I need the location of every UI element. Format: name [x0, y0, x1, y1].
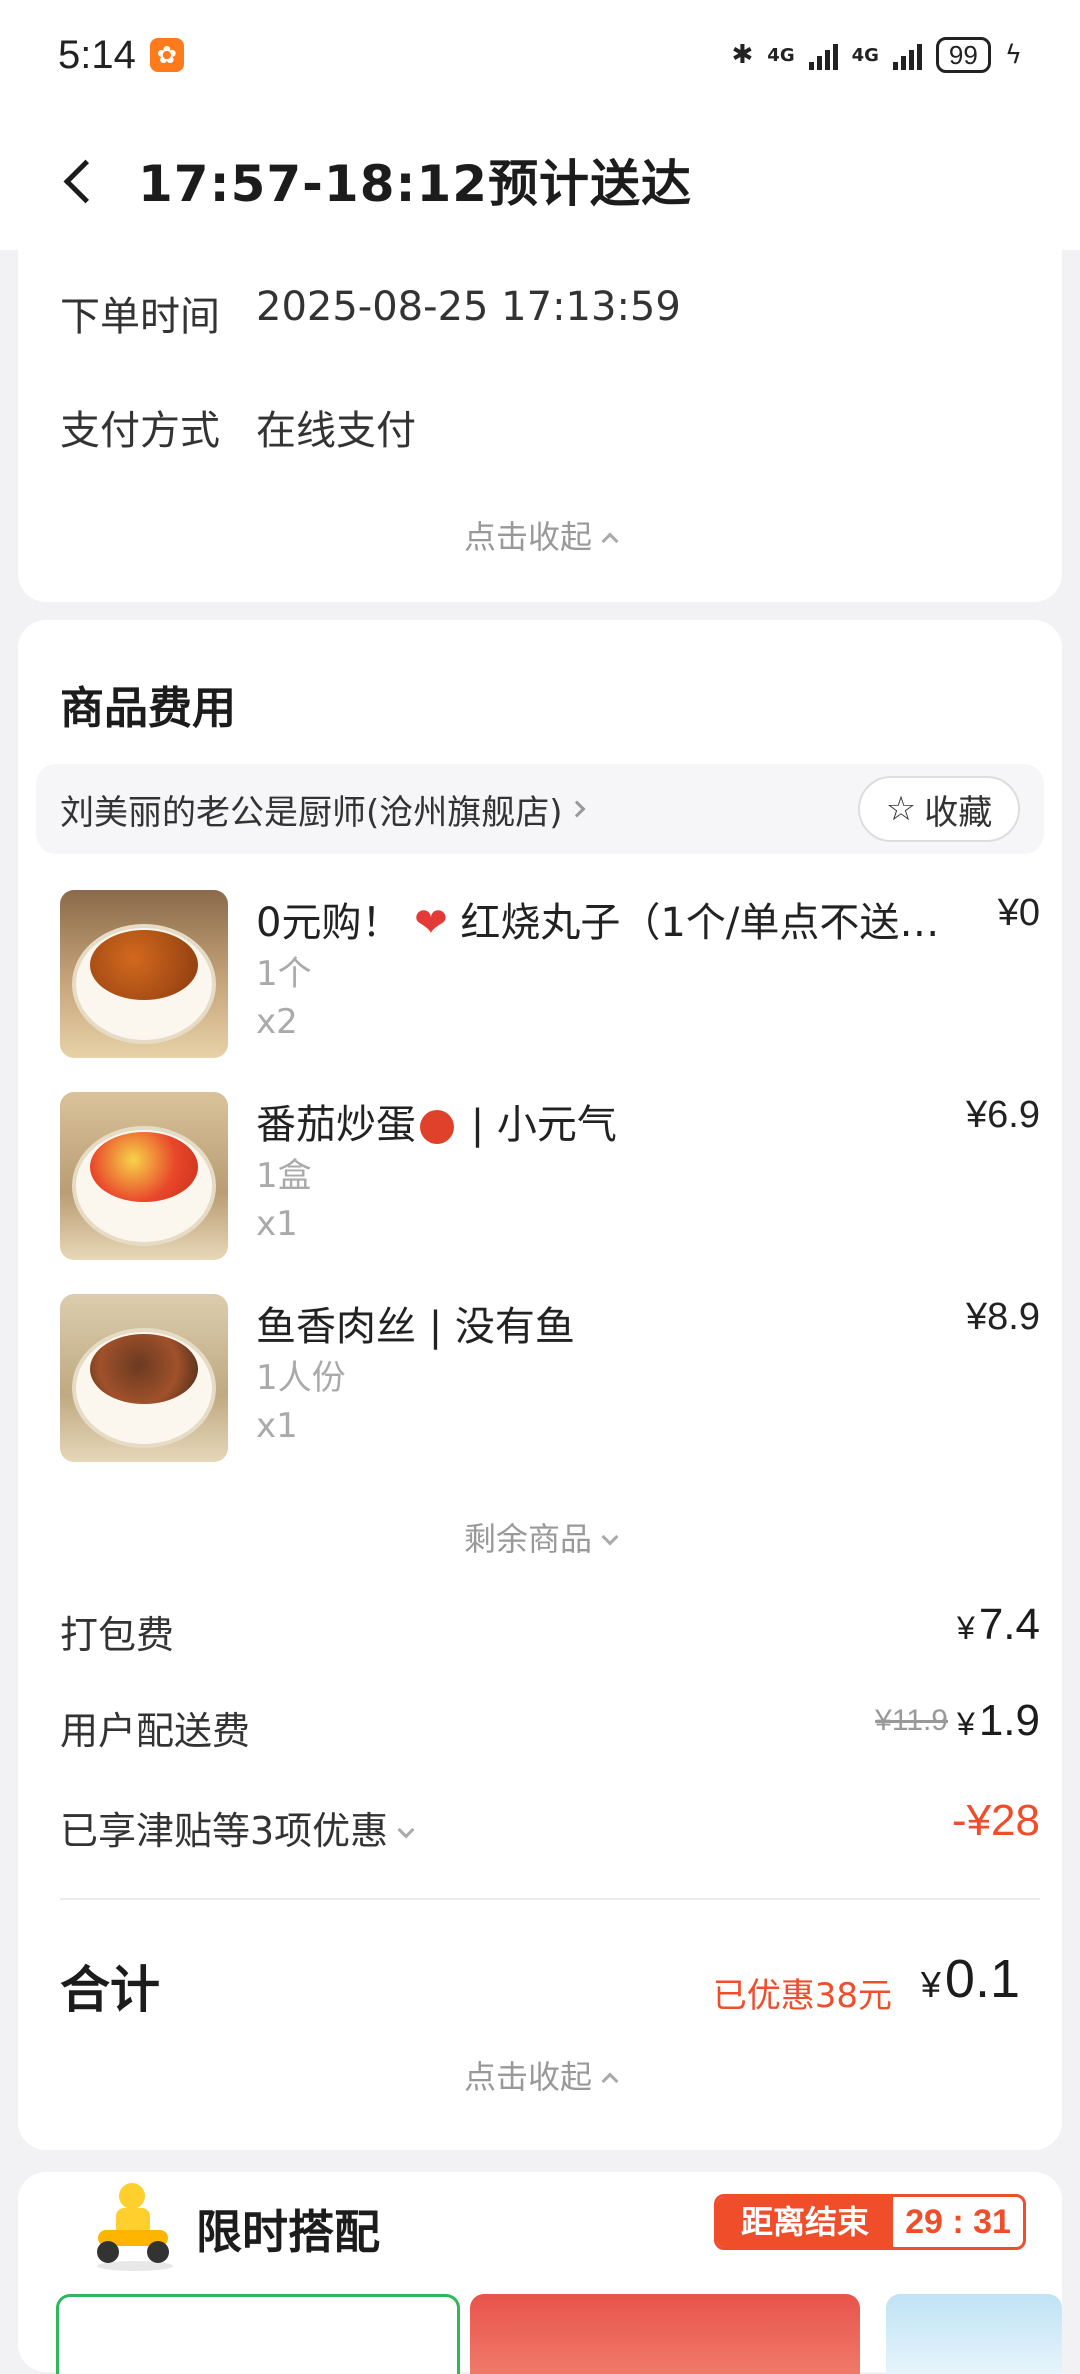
status-bar: 5:14 ✿ ✱ 4G 4G 99 ϟ: [0, 0, 1080, 110]
collapse-label: 点击收起: [463, 518, 592, 556]
packing-fee-amount: ¥7.4: [957, 1600, 1040, 1650]
total-amount: ¥0.1: [921, 1948, 1020, 2010]
favorite-label: 收藏: [924, 792, 993, 833]
heart-icon: ❤: [414, 900, 448, 946]
item-spec: 1盒: [256, 1156, 312, 1196]
item-name-suffix: 红烧丸子（1个/单点不送…: [460, 900, 940, 946]
item-name: 鱼香肉丝 | 没有鱼: [256, 1294, 956, 1352]
charging-icon: ϟ: [1004, 40, 1022, 70]
section-title: 商品费用: [60, 683, 236, 734]
store-row[interactable]: 刘美丽的老公是厨师(沧州旗舰店) ☆ 收藏: [36, 764, 1044, 854]
delivery-rider-icon: [97, 2183, 173, 2271]
item-name-prefix: 0元购！: [256, 900, 402, 946]
order-info-card: 下单时间 2025-08-25 17:13:59 支付方式 在线支付 点击收起: [18, 220, 1062, 602]
countdown-label: 距离结束: [717, 2197, 893, 2247]
collapse-label: 点击收起: [463, 2058, 592, 2096]
battery-indicator: 99: [935, 37, 991, 73]
signal-icon-1: [808, 40, 838, 70]
delivery-fee-amount: ¥1.9: [957, 1696, 1040, 1746]
item-name-suffix: | 小元气: [458, 1102, 617, 1148]
chevron-up-icon: [601, 532, 619, 550]
payment-value: 在线支付: [256, 408, 416, 454]
page-title: 17:57-18:12预计送达: [138, 155, 693, 213]
discount-label: 已享津贴等3项优惠: [60, 1809, 389, 1853]
product-image: [60, 1092, 228, 1260]
tomato-icon: [420, 1110, 454, 1144]
discount-amount: -¥28: [951, 1796, 1040, 1845]
item-name: 0元购！ ❤ 红烧丸子（1个/单点不送…: [256, 890, 956, 948]
item-price: ¥8.9: [966, 1296, 1040, 1338]
chevron-down-icon: [601, 1528, 619, 1546]
promo-product-card[interactable]: [886, 2294, 1062, 2374]
collapse-button[interactable]: 点击收起: [18, 512, 1062, 558]
packing-fee-label: 打包费: [60, 1613, 175, 1657]
countdown-value: 29 : 31: [905, 2203, 1011, 2241]
order-time-row: 下单时间 2025-08-25 17:13:59: [60, 284, 681, 342]
network-label-2: 4G: [851, 44, 879, 66]
promo-title: 限时搭配: [196, 2205, 380, 2259]
more-items-button[interactable]: 剩余商品: [18, 1514, 1062, 1560]
back-arrow-icon[interactable]: [56, 156, 104, 204]
collapse-button[interactable]: 点击收起: [18, 2052, 1062, 2098]
total-value: 0.1: [944, 1949, 1020, 2009]
list-item[interactable]: 鱼香肉丝 | 没有鱼 1人份 x1 ¥8.9: [60, 1294, 1040, 1464]
countdown-badge: 距离结束 29 : 31: [714, 2194, 1026, 2250]
bluetooth-icon: ✱: [731, 40, 754, 70]
goods-card: 商品费用 刘美丽的老公是厨师(沧州旗舰店) ☆ 收藏 0元购！ ❤ 红烧丸子（1…: [18, 620, 1062, 2150]
product-image: [60, 890, 228, 1058]
list-item[interactable]: 番茄炒蛋 | 小元气 1盒 x1 ¥6.9: [60, 1092, 1040, 1262]
promo-card: 限时搭配 距离结束 29 : 31: [18, 2172, 1062, 2374]
chevron-right-icon: [568, 800, 586, 818]
food-shape: [90, 1132, 198, 1202]
divider: [60, 1898, 1040, 1900]
item-name-prefix: 番茄炒蛋: [256, 1102, 416, 1148]
order-time-value: 2025-08-25 17:13:59: [256, 284, 681, 330]
page-header: 17:57-18:12预计送达: [0, 110, 1080, 250]
item-price: ¥6.9: [966, 1094, 1040, 1136]
chevron-up-icon: [601, 2072, 619, 2090]
delivery-fee-value: 1.9: [978, 1696, 1040, 1745]
item-name: 番茄炒蛋 | 小元气: [256, 1092, 956, 1150]
discount-row[interactable]: 已享津贴等3项优惠 -¥28: [60, 1796, 1040, 1855]
network-label-1: 4G: [767, 44, 795, 66]
item-qty: x1: [256, 1204, 298, 1244]
star-icon: ☆: [885, 789, 917, 829]
currency-symbol: ¥: [957, 1706, 975, 1742]
promo-product-card[interactable]: [56, 2294, 460, 2374]
store-name: 刘美丽的老公是厨师(沧州旗舰店): [60, 792, 563, 833]
saved-label: 已优惠38元: [712, 1976, 892, 2016]
food-shape: [90, 1334, 198, 1404]
total-label: 合计: [60, 1961, 160, 2019]
chevron-down-icon: [397, 1821, 415, 1838]
item-name-prefix: 鱼香肉丝 | 没有鱼: [256, 1304, 575, 1350]
food-shape: [90, 930, 198, 1000]
more-items-label: 剩余商品: [463, 1520, 592, 1558]
favorite-button[interactable]: ☆ 收藏: [858, 776, 1020, 842]
packing-fee-row: 打包费 ¥7.4: [60, 1600, 1040, 1659]
item-qty: x1: [256, 1406, 298, 1446]
order-time-label: 下单时间: [60, 294, 220, 340]
delivery-fee-label: 用户配送费: [60, 1709, 251, 1753]
promo-product-card[interactable]: [470, 2294, 860, 2374]
signal-icon-2: [892, 40, 922, 70]
payment-label: 支付方式: [60, 408, 220, 454]
status-icons: ✱ 4G 4G 99 ϟ: [731, 37, 1022, 73]
packing-fee-value: 7.4: [978, 1600, 1040, 1649]
currency-symbol: ¥: [957, 1610, 975, 1646]
product-image: [60, 1294, 228, 1462]
status-time: 5:14: [58, 32, 136, 77]
list-item[interactable]: 0元购！ ❤ 红烧丸子（1个/单点不送… 1个 x2 ¥0: [60, 890, 1040, 1060]
app-notification-icon: ✿: [149, 38, 184, 72]
item-qty: x2: [256, 1002, 298, 1042]
delivery-fee-row: 用户配送费 ¥11.9 ¥1.9: [60, 1696, 1040, 1755]
delivery-fee-original: ¥11.9: [875, 1704, 948, 1737]
item-spec: 1人份: [256, 1358, 346, 1398]
item-price: ¥0: [997, 892, 1040, 934]
item-spec: 1个: [256, 954, 312, 994]
payment-row: 支付方式 在线支付: [60, 398, 416, 456]
currency-symbol: ¥: [920, 1964, 941, 2005]
